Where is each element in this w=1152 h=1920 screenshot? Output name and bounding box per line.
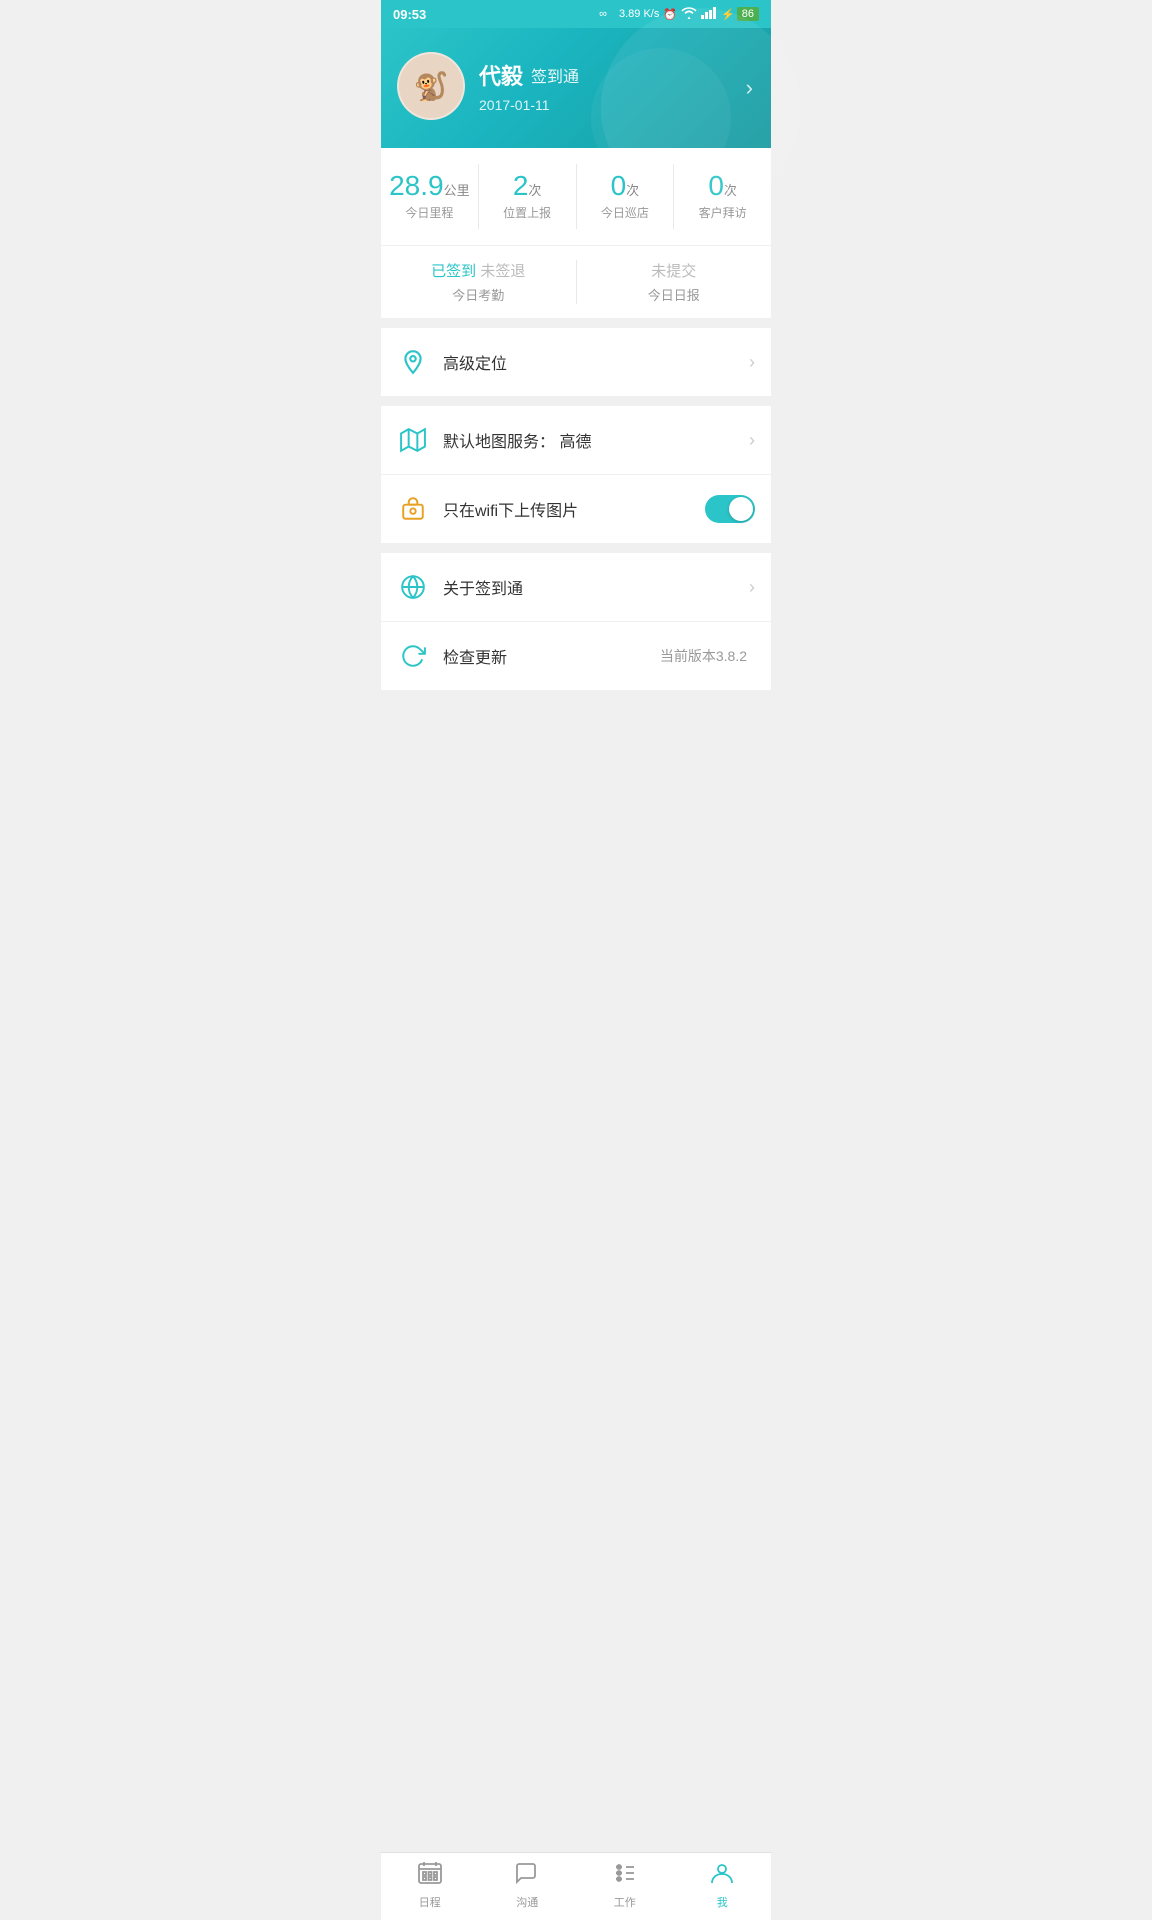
nav-item-chat[interactable]: 沟通 (479, 1853, 577, 1920)
profile-name-row: 代毅 签到通 (479, 59, 755, 91)
menu-chevron-about: › (749, 577, 755, 598)
stat-distance-value: 28.9公里 (387, 172, 472, 200)
stat-distance-label: 今日里程 (387, 204, 472, 221)
profile-date: 2017-01-11 (479, 97, 755, 113)
menu-chevron-map: › (749, 430, 755, 451)
section-divider-1 (381, 318, 771, 328)
menu-item-about[interactable]: 关于签到通 › (381, 553, 771, 622)
nav-label-me: 我 (717, 1894, 728, 1910)
section-divider-2 (381, 396, 771, 406)
profile-chevron-icon[interactable]: › (746, 75, 753, 101)
menu-label-about: 关于签到通 (443, 575, 749, 599)
attendance-daily: 未提交 今日日报 (577, 260, 772, 304)
location-icon (397, 346, 429, 378)
nav-item-schedule[interactable]: 日程 (381, 1853, 479, 1920)
profile-name: 代毅 (479, 59, 523, 91)
menu-section-about: 关于签到通 › 检查更新 当前版本3.8.2 (381, 553, 771, 690)
stat-location-value: 2次 (485, 172, 570, 200)
menu-value-update: 当前版本3.8.2 (660, 646, 747, 666)
attendance-section: 已签到 未签退 今日考勤 未提交 今日日报 (381, 246, 771, 318)
menu-label-update: 检查更新 (443, 644, 660, 668)
nav-label-schedule: 日程 (419, 1894, 441, 1910)
menu-item-photo[interactable]: 只在wifi下上传图片 (381, 475, 771, 543)
avatar: 🐒 (397, 52, 465, 120)
menu-item-location[interactable]: 高级定位 › (381, 328, 771, 396)
nav-item-me[interactable]: 我 (674, 1853, 772, 1920)
chat-icon (514, 1861, 540, 1892)
attendance-daily-status: 未提交 (577, 260, 772, 281)
nav-label-work: 工作 (614, 1894, 636, 1910)
menu-item-map[interactable]: 默认地图服务： 高德 › (381, 406, 771, 475)
wifi-upload-toggle[interactable] (705, 495, 755, 523)
menu-section-map: 默认地图服务： 高德 › 只在wifi下上传图片 (381, 406, 771, 543)
menu-label-location: 高级定位 (443, 350, 749, 374)
profile-header[interactable]: 🐒 代毅 签到通 2017-01-11 › (381, 28, 771, 148)
map-icon (397, 424, 429, 456)
attendance-daily-label: 今日日报 (577, 285, 772, 304)
schedule-icon (417, 1861, 443, 1892)
infinity-icon: ∞ (599, 8, 607, 20)
stat-distance: 28.9公里 今日里程 (381, 164, 479, 229)
status-time: 09:53 (393, 7, 426, 22)
page-content: 🐒 代毅 签到通 2017-01-11 › 28.9公里 今日里程 2次 位置上… (381, 28, 771, 750)
stat-location: 2次 位置上报 (479, 164, 577, 229)
bottom-nav: 日程 沟通 工作 (381, 1852, 771, 1920)
attendance-checkin: 已签到 未签退 今日考勤 (381, 260, 577, 304)
nav-label-chat: 沟通 (516, 1894, 538, 1910)
nav-item-work[interactable]: 工作 (576, 1853, 674, 1920)
toggle-knob (729, 497, 753, 521)
profile-info: 代毅 签到通 2017-01-11 (479, 59, 755, 113)
attendance-checkin-status: 已签到 未签退 (381, 260, 576, 281)
speed-indicator: 3.89 K/s (619, 8, 659, 20)
stat-inspection-label: 今日巡店 (583, 204, 668, 221)
menu-chevron-location: › (749, 352, 755, 373)
section-divider-3 (381, 543, 771, 553)
stat-location-label: 位置上报 (485, 204, 570, 221)
photo-icon (397, 493, 429, 525)
menu-section-location: 高级定位 › (381, 328, 771, 396)
menu-item-update[interactable]: 检查更新 当前版本3.8.2 (381, 622, 771, 690)
work-icon (612, 1861, 638, 1892)
refresh-icon (397, 640, 429, 672)
me-icon (709, 1861, 735, 1892)
globe-icon (397, 571, 429, 603)
attendance-checkin-label: 今日考勤 (381, 285, 576, 304)
menu-label-map: 默认地图服务： 高德 (443, 428, 749, 452)
profile-app-name: 签到通 (531, 63, 579, 87)
menu-label-photo: 只在wifi下上传图片 (443, 497, 705, 521)
